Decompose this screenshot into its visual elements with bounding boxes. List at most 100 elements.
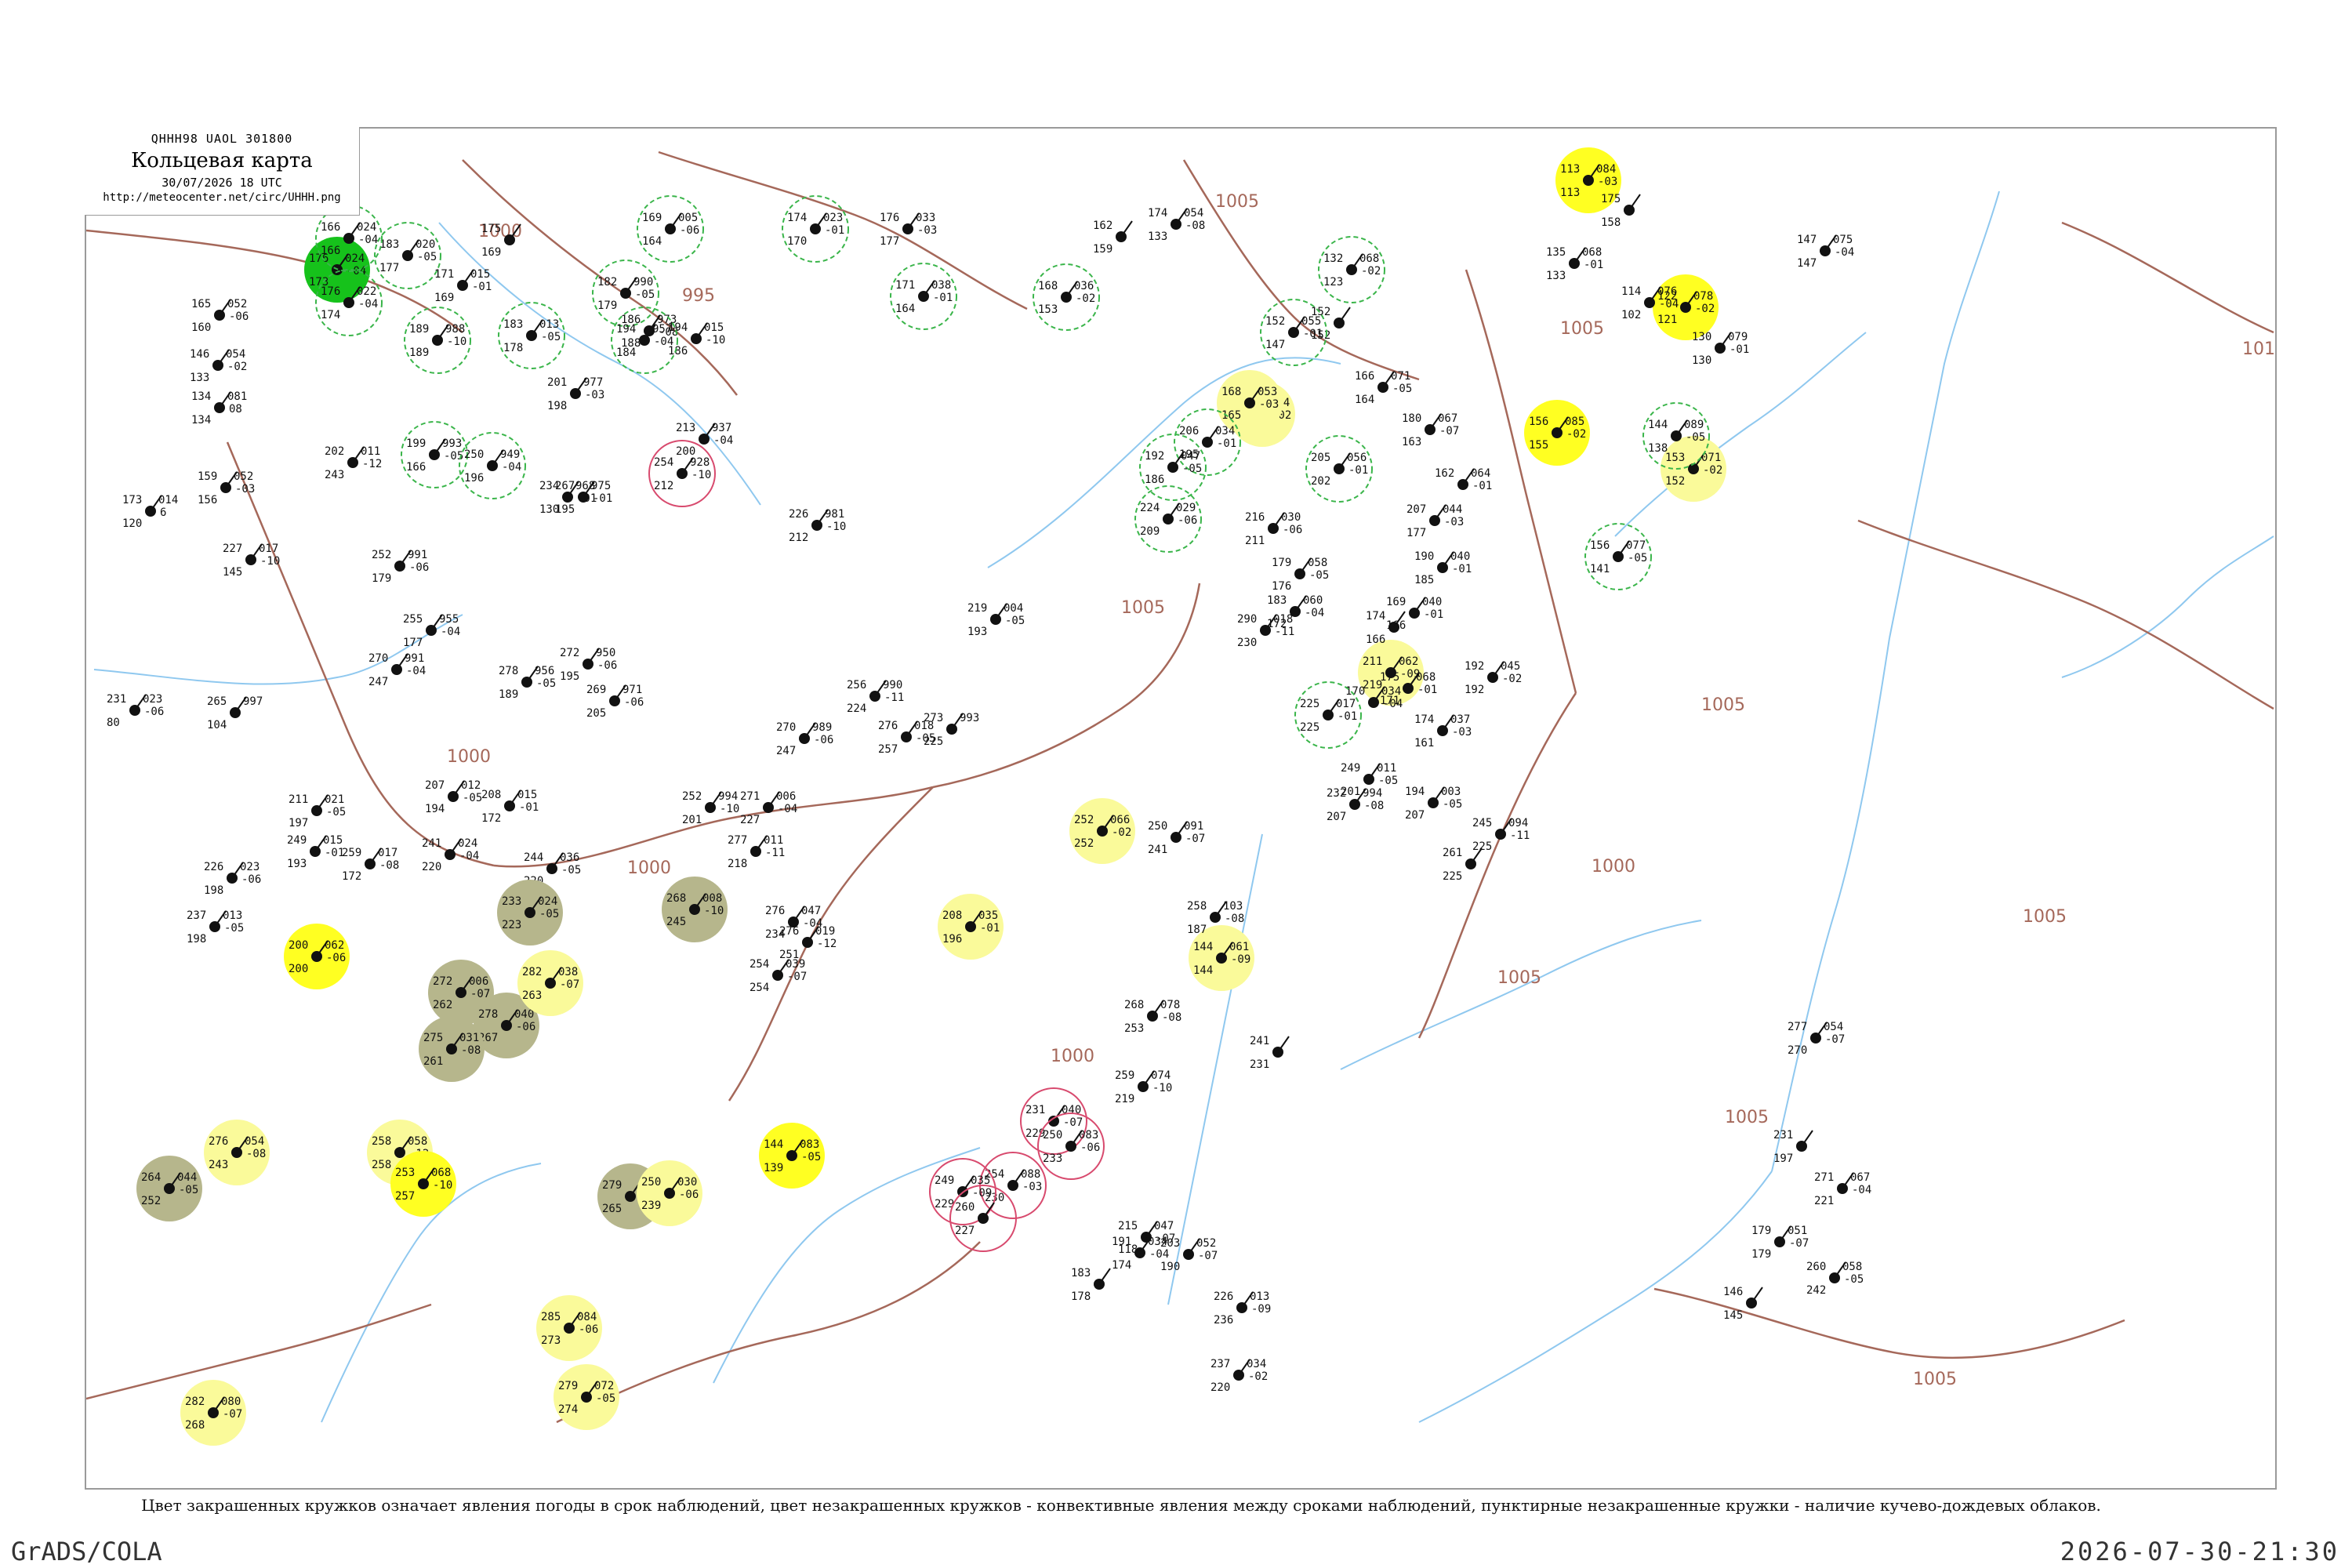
station-plot[interactable]: 156 155 085-02 bbox=[1524, 400, 1590, 466]
station-plot[interactable]: 245 225 094-11 bbox=[1472, 817, 1530, 853]
station-plot[interactable]: 152 147 055-01 bbox=[1260, 299, 1327, 366]
station-plot[interactable]: 250 196 949-04 bbox=[459, 432, 526, 499]
station-plot[interactable]: 265 104 997 bbox=[207, 695, 263, 731]
station-plot[interactable]: 183177020-05 bbox=[374, 222, 441, 289]
station-plot[interactable]: 224 209 029-06 bbox=[1134, 485, 1202, 553]
station-plot[interactable]: 275 261 031-08 bbox=[419, 1016, 485, 1082]
station-plot[interactable]: 277 270 054-07 bbox=[1788, 1021, 1845, 1057]
station-plot[interactable]: 279 274 072-05 bbox=[554, 1364, 619, 1430]
station-plot[interactable]: 276 243 054-08 bbox=[204, 1120, 270, 1185]
station-plot[interactable]: 226 236 013-09 bbox=[1214, 1290, 1271, 1327]
station-plot[interactable]: 233 223 024-05 bbox=[497, 880, 563, 946]
station-plot[interactable]: 134 134 08108 bbox=[191, 390, 247, 426]
station-plot[interactable]: 183 178 013-05 bbox=[498, 302, 565, 369]
station-plot[interactable]: 231 197 bbox=[1773, 1129, 1813, 1165]
station-plot[interactable]: 252 252 066-02 bbox=[1069, 798, 1135, 864]
station-plot[interactable]: 231 80 023-06 bbox=[107, 693, 164, 729]
station-plot[interactable]: 231229040-07 bbox=[1020, 1087, 1087, 1155]
source-url[interactable]: http://meteocenter.net/circ/UHHH.png bbox=[85, 191, 359, 204]
station-plot[interactable]: 226 198 023-06 bbox=[204, 861, 261, 897]
station-plot[interactable]: 282 263 038-07 bbox=[517, 950, 583, 1016]
station-plot[interactable]: 211 197 021-05 bbox=[289, 793, 346, 829]
station-plot[interactable]: 162 159 bbox=[1093, 220, 1133, 256]
station-plot[interactable]: 174 170 023-01 bbox=[782, 195, 849, 263]
station-plot[interactable]: 208 196 035-01 bbox=[938, 894, 1004, 960]
station-plot[interactable]: 276251019-12 bbox=[779, 925, 837, 961]
station-plot[interactable]: 278 189 956-05 bbox=[499, 665, 556, 701]
station-plot[interactable]: 282 268 080-07 bbox=[180, 1380, 246, 1446]
station-plot[interactable]: 180 163 067-07 bbox=[1402, 412, 1459, 448]
station-plot[interactable]: 270 247 991-04 bbox=[368, 652, 426, 688]
station-plot[interactable]: 201 198 977-03 bbox=[547, 376, 604, 412]
station-plot[interactable]: 147 147 075-04 bbox=[1797, 234, 1854, 270]
station-plot[interactable]: 179 179 051-07 bbox=[1751, 1225, 1809, 1261]
station-plot[interactable]: 271 227 006-04 bbox=[740, 790, 797, 826]
station-code-tl: 279 bbox=[558, 1380, 578, 1392]
station-plot[interactable]: 259 172 017-08 bbox=[342, 847, 399, 883]
station-plot[interactable]: 268 245 008-10 bbox=[662, 877, 728, 942]
station-plot[interactable]: 146 133 054-02 bbox=[190, 348, 247, 384]
station-plot[interactable]: 285 273 084-06 bbox=[536, 1295, 602, 1361]
station-plot[interactable]: 252 179 991-06 bbox=[372, 549, 429, 585]
station-plot[interactable]: 205 202 056-01 bbox=[1305, 435, 1373, 503]
station-plot[interactable]: 171 169 015-01 bbox=[434, 268, 492, 304]
station-plot[interactable]: 192 192 045-02 bbox=[1465, 660, 1522, 696]
station-plot[interactable]: 277 218 011-11 bbox=[728, 834, 785, 870]
station-plot[interactable]: 179 176 058-05 bbox=[1272, 557, 1329, 593]
station-plot[interactable]: 270 247 989-06 bbox=[776, 721, 833, 757]
station-plot[interactable]: 250 241 091-07 bbox=[1148, 820, 1205, 856]
station-plot[interactable]: 130 130 079-01 bbox=[1692, 331, 1749, 367]
station-plot[interactable]: 241 231 bbox=[1250, 1035, 1290, 1071]
station-plot[interactable]: 208 172 015-01 bbox=[481, 789, 539, 825]
station-plot[interactable]: 202 243 011-12 bbox=[325, 445, 382, 481]
station-plot[interactable]: 200 200 062-06 bbox=[284, 924, 350, 989]
station-plot[interactable]: 192 186 047-05 bbox=[1139, 434, 1207, 501]
station-plot[interactable]: 168 153 036-02 bbox=[1033, 263, 1100, 331]
station-plot[interactable]: 213 200 937-04 bbox=[676, 422, 733, 458]
station-plot[interactable]: 190 185 040-01 bbox=[1414, 550, 1472, 586]
station-plot[interactable]: 199166993-05 bbox=[401, 421, 468, 488]
station-plot[interactable]: 268 253 078-08 bbox=[1124, 999, 1181, 1035]
station-plot[interactable]: 216 211 030-06 bbox=[1245, 511, 1302, 547]
station-plot[interactable]: 227 145 017-10 bbox=[223, 543, 280, 579]
station-plot[interactable]: 174 133 054-08 bbox=[1148, 207, 1205, 243]
station-plot[interactable]: 237 198 013-05 bbox=[187, 909, 244, 946]
station-plot[interactable]: 169 164 005-06 bbox=[637, 195, 704, 263]
station-plot[interactable]: 166 164 071-05 bbox=[1355, 370, 1412, 406]
station-plot[interactable]: 290 230 018-11 bbox=[1237, 613, 1294, 649]
station-plot[interactable]: 219 193 004-05 bbox=[967, 602, 1025, 638]
station-plot[interactable]: 174 161 037-03 bbox=[1414, 713, 1472, 750]
station-plot[interactable]: 249193015-01 bbox=[287, 834, 344, 870]
station-plot[interactable]: 259 219 074-10 bbox=[1115, 1069, 1172, 1105]
station-plot[interactable]: 237 220 034-02 bbox=[1210, 1358, 1268, 1394]
station-plot[interactable]: 253 257 068-10 bbox=[390, 1151, 456, 1217]
station-plot[interactable]: 256 224 990-11 bbox=[847, 679, 904, 715]
station-plot[interactable]: 252 201 994-10 bbox=[682, 790, 739, 826]
station-plot[interactable]: 135 133 068-01 bbox=[1546, 246, 1603, 282]
station-plot[interactable]: 225 225 017-01 bbox=[1294, 681, 1362, 749]
station-plot[interactable]: 144 139 083-05 bbox=[759, 1123, 825, 1189]
station-plot[interactable]: 194 207 003-05 bbox=[1405, 786, 1462, 822]
station-plot[interactable]: 226 212 981-10 bbox=[789, 508, 846, 544]
station-plot[interactable]: 269 205 971-06 bbox=[586, 684, 644, 720]
station-plot[interactable]: 132 123 068-02 bbox=[1318, 236, 1385, 303]
station-plot[interactable]: 271 221 067-04 bbox=[1814, 1171, 1871, 1207]
station-plot[interactable]: 207 177 044-03 bbox=[1406, 503, 1464, 539]
station-plot[interactable]: 173 120 0146 bbox=[122, 494, 178, 530]
station-plot[interactable]: 171 164 038-01 bbox=[890, 263, 957, 330]
station-plot[interactable]: 159 156 052-03 bbox=[198, 470, 255, 506]
station-plot[interactable]: 175 158 bbox=[1601, 193, 1641, 229]
station-plot[interactable]: 250 239 030-06 bbox=[637, 1160, 702, 1226]
station-plot[interactable]: 241 220 024-04 bbox=[422, 837, 479, 873]
station-plot[interactable]: 207 194 012-05 bbox=[425, 779, 482, 815]
station-plot[interactable]: 264 252 044-05 bbox=[136, 1156, 202, 1221]
station-plot[interactable]: 189 189 988-10 bbox=[404, 307, 471, 374]
station-plot[interactable]: 272 195 950-06 bbox=[560, 647, 617, 683]
station-plot[interactable]: 183 178 bbox=[1071, 1267, 1111, 1303]
station-plot[interactable]: 255 177 955-04 bbox=[403, 613, 460, 649]
station-plot[interactable]: 162 064-01 bbox=[1435, 467, 1492, 492]
station-plot[interactable]: 260 242 058-05 bbox=[1806, 1261, 1864, 1297]
station-plot[interactable]: 174 166 bbox=[1366, 610, 1406, 646]
station-plot[interactable]: 165 160 052-06 bbox=[191, 298, 249, 334]
station-plot[interactable]: 254 254 039-07 bbox=[750, 958, 807, 994]
